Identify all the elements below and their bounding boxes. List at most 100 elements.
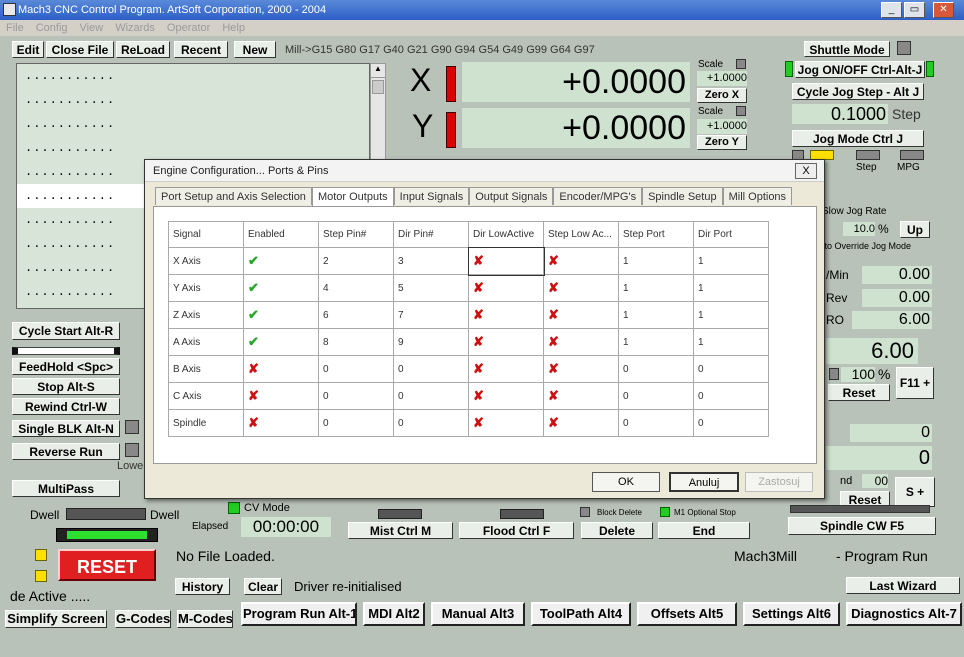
dialog-tab-spindle-setup[interactable]: Spindle Setup xyxy=(642,187,723,205)
step-low-cell[interactable]: ✘ xyxy=(543,409,619,437)
dir-low-cell[interactable]: ✘ xyxy=(467,246,545,276)
spindle-sro-dro[interactable]: 00 xyxy=(862,474,888,488)
simplify-screen-button[interactable]: Simplify Screen xyxy=(5,610,107,628)
step-low-cell[interactable]: ✘ xyxy=(543,355,619,383)
dialog-tab-output-signals[interactable]: Output Signals xyxy=(469,187,554,205)
spindle-val1-dro[interactable]: 0 xyxy=(850,424,932,442)
enabled-cell[interactable]: ✔ xyxy=(243,301,319,329)
column-header[interactable]: Step Port xyxy=(618,221,694,248)
step-pin-cell[interactable]: 8 xyxy=(318,328,394,356)
dir-pin-cell[interactable]: 0 xyxy=(393,382,469,410)
step-port-cell[interactable]: 0 xyxy=(618,409,694,437)
gcode-line[interactable]: ........... xyxy=(17,64,369,88)
step-port-cell[interactable]: 1 xyxy=(618,274,694,302)
check-icon[interactable]: ✔ xyxy=(248,253,259,268)
dir-pin-cell[interactable]: 0 xyxy=(393,355,469,383)
scroll-thumb[interactable] xyxy=(372,80,384,94)
program-run-tab[interactable]: Program Run Alt-1 xyxy=(241,602,357,626)
dir-pin-cell[interactable]: 0 xyxy=(393,409,469,437)
menu-wizards[interactable]: Wizards xyxy=(115,22,155,34)
cross-icon[interactable]: ✘ xyxy=(548,307,559,322)
feed-fro-dro[interactable]: 6.00 xyxy=(852,311,932,329)
feed-min-dro[interactable]: 0.00 xyxy=(862,266,932,284)
cross-icon[interactable]: ✘ xyxy=(548,280,559,295)
close-file-button[interactable]: Close File xyxy=(46,41,114,58)
manual-tab[interactable]: Manual Alt3 xyxy=(431,602,525,626)
settings-tab[interactable]: Settings Alt6 xyxy=(743,602,840,626)
maximize-icon[interactable]: ▭ xyxy=(904,2,925,18)
dir-pin-cell[interactable]: 5 xyxy=(393,274,469,302)
dialog-tab-encoder-mpg-s[interactable]: Encoder/MPG's xyxy=(553,187,643,205)
menu-view[interactable]: View xyxy=(80,22,104,34)
dialog-tab-port-setup-and-axis-selection[interactable]: Port Setup and Axis Selection xyxy=(155,187,312,205)
cross-icon[interactable]: ✘ xyxy=(473,307,484,322)
dialog-close-icon[interactable]: X xyxy=(795,163,817,179)
gcode-line[interactable]: ........... xyxy=(17,88,369,112)
step-port-cell[interactable]: 1 xyxy=(618,301,694,329)
enabled-cell[interactable]: ✘ xyxy=(243,409,319,437)
gcode-line[interactable]: ........... xyxy=(17,136,369,160)
column-header[interactable]: Dir LowActive xyxy=(468,221,544,248)
step-low-cell[interactable]: ✘ xyxy=(543,328,619,356)
dir-low-cell[interactable]: ✘ xyxy=(468,355,544,383)
step-pin-cell[interactable]: 6 xyxy=(318,301,394,329)
reverse-run-button[interactable]: Reverse Run xyxy=(12,443,120,460)
cross-icon[interactable]: ✘ xyxy=(248,361,259,376)
history-button[interactable]: History xyxy=(175,578,230,595)
axis-y-scale-dro[interactable]: +1.0000 xyxy=(697,119,747,134)
menu-operator[interactable]: Operator xyxy=(167,22,210,34)
dialog-cancel-button[interactable]: Anuluj xyxy=(669,472,739,492)
axis-x-dro[interactable]: +0.0000 xyxy=(462,62,690,102)
step-pin-cell[interactable]: 4 xyxy=(318,274,394,302)
enabled-cell[interactable]: ✘ xyxy=(243,355,319,383)
axis-x-scale-dro[interactable]: +1.0000 xyxy=(697,71,747,86)
feed-rev-dro[interactable]: 0.00 xyxy=(862,289,932,307)
cross-icon[interactable]: ✘ xyxy=(548,415,559,430)
dir-port-cell[interactable]: 1 xyxy=(693,301,769,329)
cross-icon[interactable]: ✘ xyxy=(473,334,484,349)
dialog-tab-motor-outputs[interactable]: Motor Outputs xyxy=(311,187,394,207)
scroll-up-icon[interactable]: ▲ xyxy=(371,64,385,78)
column-header[interactable]: Dir Port xyxy=(693,221,769,248)
jog-mode-button[interactable]: Jog Mode Ctrl J xyxy=(792,130,924,147)
dialog-tab-mill-options[interactable]: Mill Options xyxy=(722,187,793,205)
spindle-plus-button[interactable]: S + xyxy=(895,477,935,507)
column-header[interactable]: Step Low Ac... xyxy=(543,221,619,248)
column-header[interactable]: Dir Pin# xyxy=(393,221,469,248)
mist-button[interactable]: Mist Ctrl M xyxy=(348,522,453,539)
dialog-tab-input-signals[interactable]: Input Signals xyxy=(393,187,470,205)
cross-icon[interactable]: ✘ xyxy=(548,388,559,403)
enabled-cell[interactable]: ✔ xyxy=(243,247,319,275)
cross-icon[interactable]: ✘ xyxy=(473,415,484,430)
dir-pin-cell[interactable]: 7 xyxy=(393,301,469,329)
reset-button[interactable]: RESET xyxy=(58,549,156,581)
dir-port-cell[interactable]: 0 xyxy=(693,382,769,410)
dir-low-cell[interactable]: ✘ xyxy=(468,328,544,356)
recent-button[interactable]: Recent xyxy=(174,41,228,58)
enabled-cell[interactable]: ✔ xyxy=(243,274,319,302)
axis-y-dro[interactable]: +0.0000 xyxy=(462,108,690,148)
mcodes-button[interactable]: M-Codes xyxy=(177,610,233,628)
last-wizard-button[interactable]: Last Wizard xyxy=(846,577,960,594)
enabled-cell[interactable]: ✔ xyxy=(243,328,319,356)
gcodes-button[interactable]: G-Codes xyxy=(115,610,171,628)
close-icon[interactable]: ✕ xyxy=(933,2,954,18)
step-low-cell[interactable]: ✘ xyxy=(543,382,619,410)
dir-pin-cell[interactable]: 9 xyxy=(393,328,469,356)
column-header[interactable]: Signal xyxy=(168,221,244,248)
mdi-tab[interactable]: MDI Alt2 xyxy=(363,602,425,626)
zero-y-button[interactable]: Zero Y xyxy=(697,135,747,150)
edit-button[interactable]: Edit xyxy=(12,41,44,58)
rewind-button[interactable]: Rewind Ctrl-W xyxy=(12,398,120,415)
enabled-cell[interactable]: ✘ xyxy=(243,382,319,410)
step-pin-cell[interactable]: 0 xyxy=(318,409,394,437)
feed-percent-dro[interactable]: 100 xyxy=(841,367,875,382)
stop-button[interactable]: Stop Alt-S xyxy=(12,378,120,395)
single-block-button[interactable]: Single BLK Alt-N xyxy=(12,420,120,437)
step-port-cell[interactable]: 0 xyxy=(618,382,694,410)
cross-icon[interactable]: ✘ xyxy=(473,361,484,376)
check-icon[interactable]: ✔ xyxy=(248,307,259,322)
jog-onoff-button[interactable]: Jog ON/OFF Ctrl-Alt-J xyxy=(795,61,925,78)
step-port-cell[interactable]: 0 xyxy=(618,355,694,383)
dir-port-cell[interactable]: 1 xyxy=(693,274,769,302)
